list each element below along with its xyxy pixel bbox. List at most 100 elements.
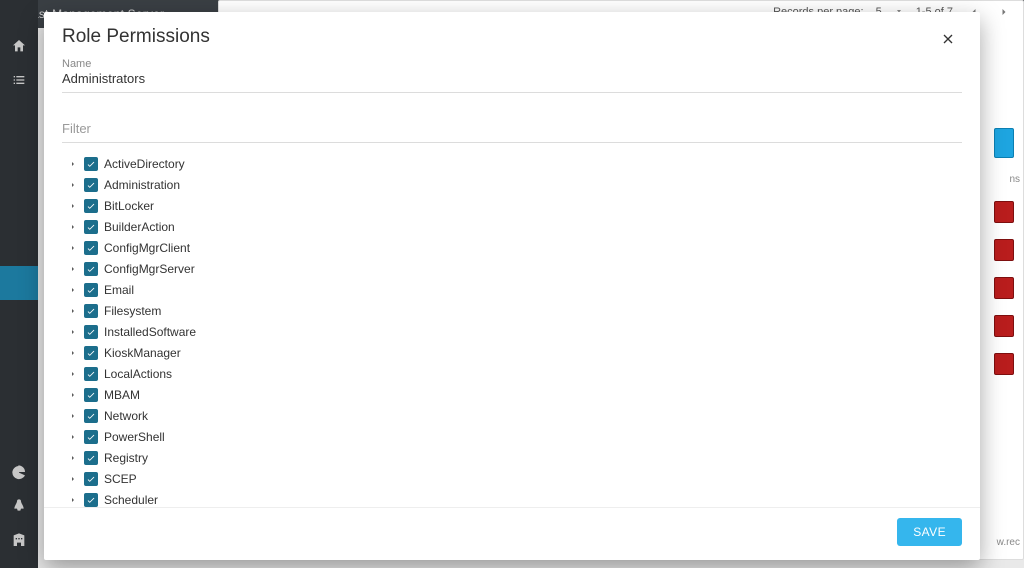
right-strip: ns w.rec [994,128,1020,548]
permission-row: ActiveDirectory [62,153,954,174]
permission-row: ConfigMgrClient [62,237,954,258]
close-icon [940,31,956,50]
permission-row: Network [62,405,954,426]
name-field-value: Administrators [62,71,962,86]
expand-caret-icon[interactable] [68,307,78,315]
chip-blue[interactable] [994,128,1014,158]
building-icon [11,532,27,551]
expand-caret-icon[interactable] [68,391,78,399]
expand-caret-icon[interactable] [68,202,78,210]
permission-checkbox[interactable] [84,262,98,276]
permission-label: KioskManager [104,346,181,360]
role-permissions-modal: Role Permissions Name Administrators Act… [44,12,980,560]
expand-caret-icon[interactable] [68,244,78,252]
permission-label: BitLocker [104,199,154,213]
linux-icon [11,498,27,517]
expand-caret-icon[interactable] [68,370,78,378]
permission-checkbox[interactable] [84,178,98,192]
right-strip-label-top: ns [994,174,1020,185]
permission-label: Administration [104,178,180,192]
permission-row: SCEP [62,468,954,489]
expand-caret-icon[interactable] [68,454,78,462]
permission-row: LocalActions [62,363,954,384]
permission-checkbox[interactable] [84,199,98,213]
chip-red-1[interactable] [994,201,1014,223]
expand-caret-icon[interactable] [68,349,78,357]
permission-row: ConfigMgrServer [62,258,954,279]
permission-label: Registry [104,451,148,465]
permission-checkbox[interactable] [84,220,98,234]
permission-checkbox[interactable] [84,346,98,360]
expand-caret-icon[interactable] [68,328,78,336]
chip-red-2[interactable] [994,239,1014,261]
permission-checkbox[interactable] [84,304,98,318]
permission-label: LocalActions [104,367,172,381]
nav-reports[interactable] [0,456,38,490]
modal-title: Role Permissions [62,26,210,48]
permission-checkbox[interactable] [84,451,98,465]
nav-linux[interactable] [0,490,38,524]
permission-checkbox[interactable] [84,157,98,171]
name-field: Name Administrators [62,58,962,93]
filter-block [62,117,962,143]
permission-row: Administration [62,174,954,195]
permission-label: Email [104,283,134,297]
save-button[interactable]: SAVE [897,518,962,546]
nav-rail [0,0,38,568]
permission-label: Network [104,409,148,423]
list-icon [11,72,27,91]
nav-org[interactable] [0,524,38,558]
expand-caret-icon[interactable] [68,496,78,504]
nav-active-item[interactable] [0,266,38,300]
chip-red-3[interactable] [994,277,1014,299]
expand-caret-icon[interactable] [68,181,78,189]
permission-label: ConfigMgrClient [104,241,190,255]
permission-row: PowerShell [62,426,954,447]
permission-label: Filesystem [104,304,161,318]
permission-row: BuilderAction [62,216,954,237]
nav-list[interactable] [0,64,38,98]
permission-row: Registry [62,447,954,468]
permission-label: Scheduler [104,493,158,507]
permission-checkbox[interactable] [84,388,98,402]
name-field-label: Name [62,58,962,70]
expand-caret-icon[interactable] [68,160,78,168]
permission-checkbox[interactable] [84,241,98,255]
expand-caret-icon[interactable] [68,265,78,273]
permission-label: BuilderAction [104,220,175,234]
nav-home[interactable] [0,30,38,64]
permission-checkbox[interactable] [84,472,98,486]
permissions-tree[interactable]: ActiveDirectory Administration BitLocker Bu… [62,153,962,507]
expand-caret-icon[interactable] [68,475,78,483]
permission-checkbox[interactable] [84,430,98,444]
permission-row: MBAM [62,384,954,405]
expand-caret-icon[interactable] [68,286,78,294]
permission-label: SCEP [104,472,137,486]
right-strip-label-bottom: w.rec [994,537,1020,548]
permission-label: ActiveDirectory [104,157,185,171]
pie-chart-icon [11,464,27,483]
permission-label: ConfigMgrServer [104,262,195,276]
filter-input[interactable] [62,117,962,143]
permission-checkbox[interactable] [84,493,98,507]
expand-caret-icon[interactable] [68,412,78,420]
permission-row: InstalledSoftware [62,321,954,342]
chip-red-5[interactable] [994,353,1014,375]
home-icon [11,38,27,57]
chip-red-4[interactable] [994,315,1014,337]
permission-row: Email [62,279,954,300]
permission-row: KioskManager [62,342,954,363]
permission-checkbox[interactable] [84,283,98,297]
permission-checkbox[interactable] [84,367,98,381]
permission-row: Scheduler [62,489,954,507]
expand-caret-icon[interactable] [68,223,78,231]
permission-row: Filesystem [62,300,954,321]
pagination-next[interactable] [995,3,1013,21]
expand-caret-icon[interactable] [68,433,78,441]
permission-label: InstalledSoftware [104,325,196,339]
permission-label: PowerShell [104,430,165,444]
modal-close-button[interactable] [934,26,962,54]
permission-checkbox[interactable] [84,409,98,423]
permission-label: MBAM [104,388,140,402]
permission-checkbox[interactable] [84,325,98,339]
